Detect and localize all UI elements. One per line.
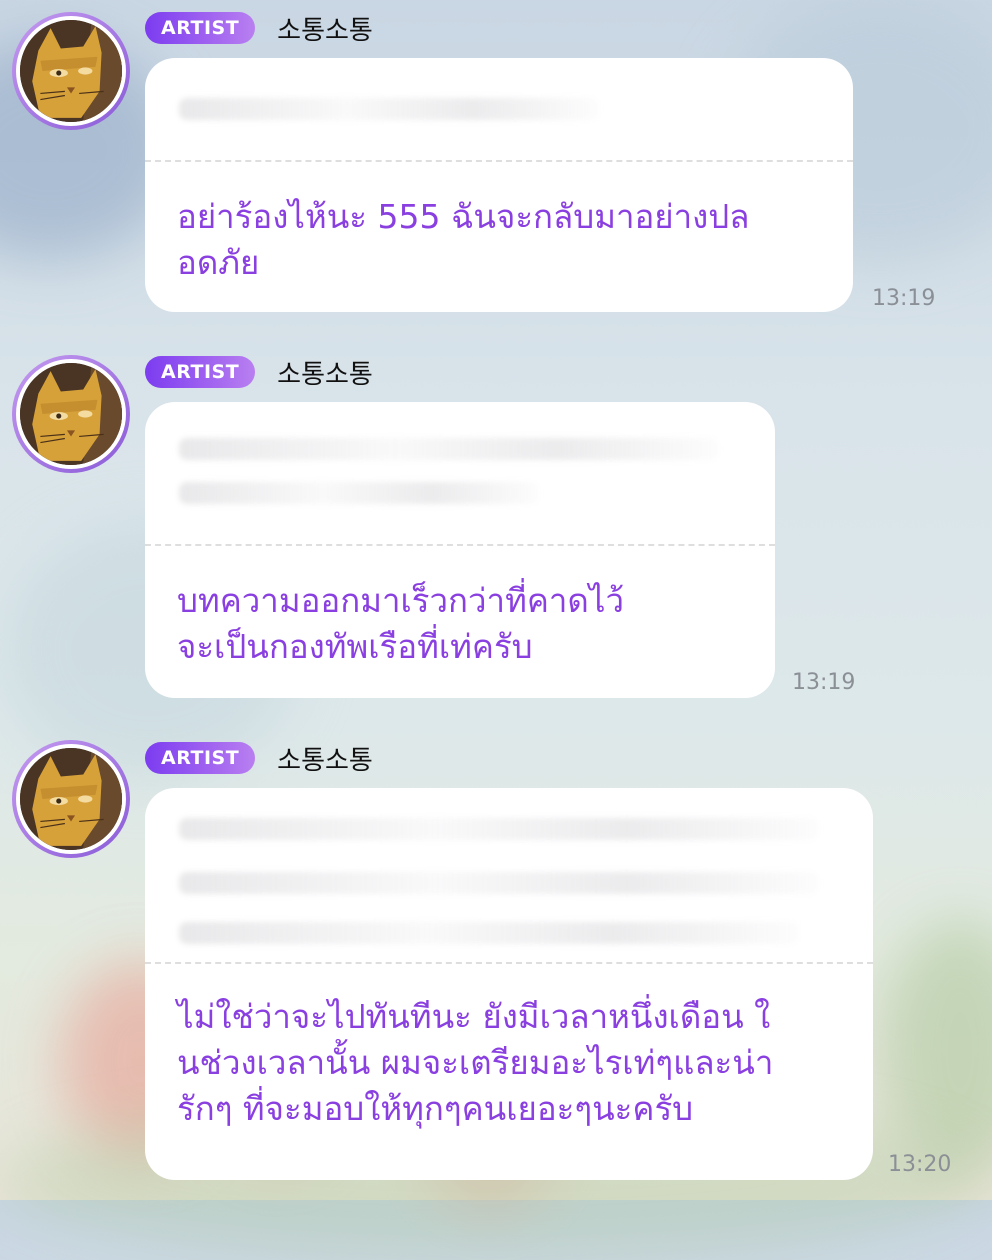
original-text-blurred bbox=[145, 402, 775, 544]
sender-name[interactable]: 소통소통 bbox=[277, 354, 373, 391]
translation-divider bbox=[145, 160, 853, 162]
sender-name[interactable]: 소통소통 bbox=[277, 740, 373, 777]
translated-text: ไม่ใช่ว่าจะไปทันทีนะ ยังมีเวลาหนึ่งเดือน… bbox=[177, 997, 774, 1128]
message-header: ARTIST 소통소통 bbox=[145, 354, 373, 390]
message-header: ARTIST 소통소통 bbox=[145, 10, 373, 46]
avatar[interactable] bbox=[12, 740, 130, 858]
translated-text: บทความออกมาเร็วกว่าที่คาดไว้ จะเป็นกองทั… bbox=[177, 581, 624, 666]
avatar[interactable] bbox=[12, 355, 130, 473]
cat-portrait-icon bbox=[20, 20, 122, 122]
artist-badge: ARTIST bbox=[145, 742, 256, 774]
artist-badge: ARTIST bbox=[145, 356, 256, 388]
cat-portrait-icon bbox=[20, 748, 122, 850]
timestamp: 13:20 bbox=[888, 1152, 952, 1177]
avatar[interactable] bbox=[12, 12, 130, 130]
timestamp: 13:19 bbox=[792, 670, 856, 695]
timestamp: 13:19 bbox=[872, 286, 936, 311]
message-header: ARTIST 소통소통 bbox=[145, 740, 373, 776]
translation-divider bbox=[145, 962, 873, 964]
message-bubble[interactable]: บทความออกมาเร็วกว่าที่คาดไว้ จะเป็นกองทั… bbox=[145, 402, 775, 698]
cat-portrait-icon bbox=[20, 363, 122, 465]
sender-name[interactable]: 소통소통 bbox=[277, 10, 373, 47]
translated-text: อย่าร้องไห้นะ 555 ฉันจะกลับมาอย่างปล อดภ… bbox=[177, 197, 750, 282]
message-bubble[interactable]: ไม่ใช่ว่าจะไปทันทีนะ ยังมีเวลาหนึ่งเดือน… bbox=[145, 788, 873, 1180]
translation-divider bbox=[145, 544, 775, 546]
original-text-blurred bbox=[145, 58, 853, 160]
original-text-blurred bbox=[145, 788, 873, 962]
artist-badge: ARTIST bbox=[145, 12, 256, 44]
message-bubble[interactable]: อย่าร้องไห้นะ 555 ฉันจะกลับมาอย่างปล อดภ… bbox=[145, 58, 853, 312]
